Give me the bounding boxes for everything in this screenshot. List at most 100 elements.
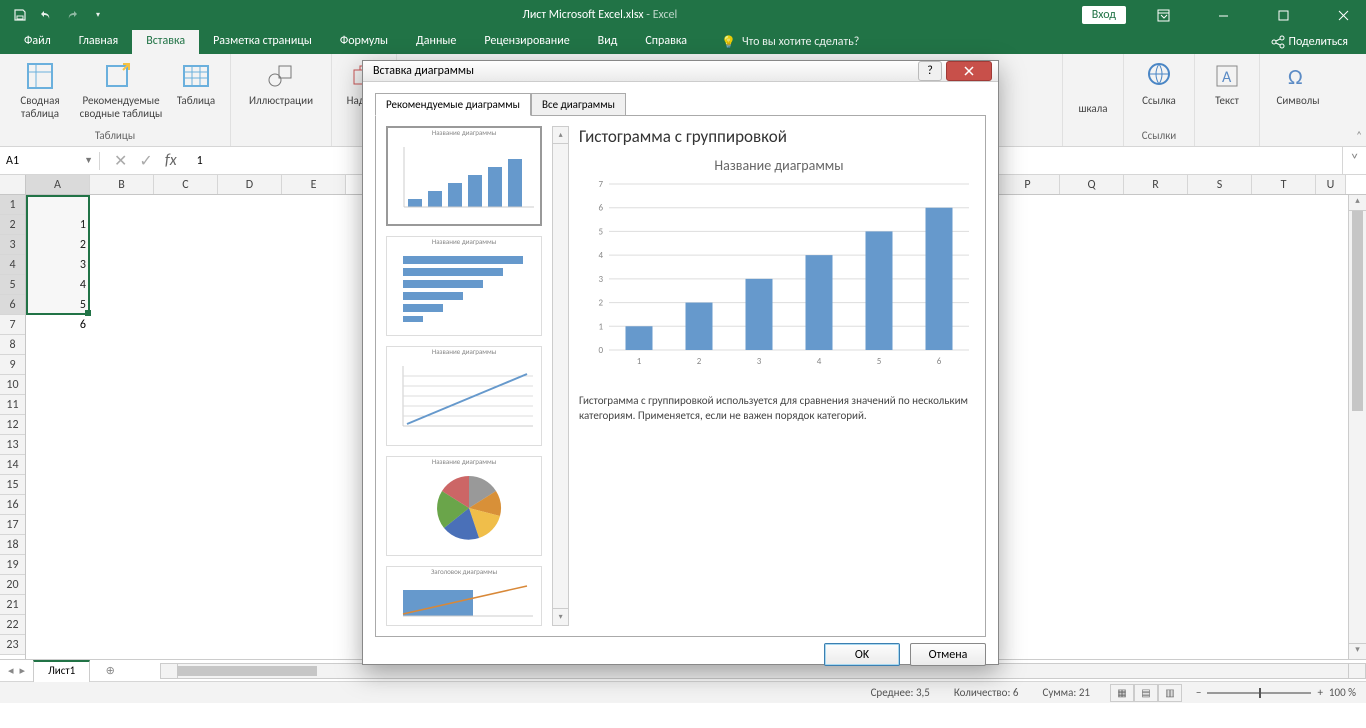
row-18[interactable]: 18 xyxy=(0,535,25,555)
tab-formulas[interactable]: Формулы xyxy=(326,30,402,54)
row-4[interactable]: 4 xyxy=(0,255,25,275)
tab-insert[interactable]: Вставка xyxy=(132,30,199,54)
redo-icon[interactable] xyxy=(60,3,84,27)
col-Q[interactable]: Q xyxy=(1060,175,1124,194)
link-button[interactable]: Ссылка xyxy=(1134,58,1184,107)
formula-expand-icon[interactable]: ˅ xyxy=(1342,147,1366,174)
chevron-down-icon[interactable]: ▼ xyxy=(84,155,93,166)
dialog-tab-all[interactable]: Все диаграммы xyxy=(531,93,626,116)
row-15[interactable]: 15 xyxy=(0,475,25,495)
add-sheet-button[interactable]: ⊕ xyxy=(100,661,120,681)
cell-A4[interactable]: 4 xyxy=(26,275,90,295)
zoom-percent[interactable]: 100 % xyxy=(1329,686,1356,699)
enter-icon[interactable]: ✓ xyxy=(139,151,152,171)
col-T[interactable]: T xyxy=(1252,175,1316,194)
maximize-button[interactable] xyxy=(1260,0,1306,30)
table-button[interactable]: Таблица xyxy=(172,58,220,120)
zoom-out-icon[interactable]: − xyxy=(1196,686,1201,699)
row-7[interactable]: 7 xyxy=(0,315,25,335)
row-21[interactable]: 21 xyxy=(0,595,25,615)
cell-A3[interactable]: 3 xyxy=(26,255,90,275)
cell-A2[interactable]: 2 xyxy=(26,235,90,255)
recommended-pivot-button[interactable]: Рекомендуемые сводные таблицы xyxy=(76,58,166,120)
col-D[interactable]: D xyxy=(218,175,282,194)
cell-A1[interactable]: 1 xyxy=(26,215,90,235)
col-B[interactable]: B xyxy=(90,175,154,194)
ribbon-mode-icon[interactable] xyxy=(1140,0,1186,30)
close-button[interactable] xyxy=(1320,0,1366,30)
tab-view[interactable]: Вид xyxy=(584,30,632,54)
cancel-button[interactable]: Отмена xyxy=(910,643,986,666)
row-6[interactable]: 6 xyxy=(0,295,25,315)
cancel-icon[interactable]: ✕ xyxy=(114,151,127,171)
ok-button[interactable]: OK xyxy=(824,643,900,666)
zoom-slider[interactable] xyxy=(1207,692,1311,694)
tab-help[interactable]: Справка xyxy=(631,30,701,54)
tab-review[interactable]: Рецензирование xyxy=(470,30,583,54)
pivot-table-button[interactable]: Сводная таблица xyxy=(10,58,70,120)
row-1[interactable]: 1 xyxy=(0,195,25,215)
symbols-button[interactable]: Ω Символы xyxy=(1270,58,1326,107)
thumbnail-line-chart[interactable]: Название диаграммы xyxy=(386,346,542,446)
view-pagelayout-icon[interactable]: ▤ xyxy=(1134,684,1158,702)
fx-icon[interactable]: fx xyxy=(165,151,177,170)
row-3[interactable]: 3 xyxy=(0,235,25,255)
undo-icon[interactable] xyxy=(34,3,58,27)
row-10[interactable]: 10 xyxy=(0,375,25,395)
row-22[interactable]: 22 xyxy=(0,615,25,635)
cell-A5[interactable]: 5 xyxy=(26,295,90,315)
cell-A6[interactable]: 6 xyxy=(26,315,90,335)
dialog-close-button[interactable] xyxy=(946,61,992,81)
share-button[interactable]: Поделиться xyxy=(1271,30,1348,54)
tell-me[interactable]: 💡 Что вы хотите сделать? xyxy=(721,30,859,54)
row-20[interactable]: 20 xyxy=(0,575,25,595)
vertical-scrollbar[interactable]: ▴ ▾ xyxy=(1348,195,1366,659)
view-normal-icon[interactable]: ▦ xyxy=(1110,684,1134,702)
tab-data[interactable]: Данные xyxy=(402,30,470,54)
collapse-ribbon-icon[interactable]: ˄ xyxy=(1336,54,1366,146)
row-23[interactable]: 23 xyxy=(0,635,25,655)
dialog-help-button[interactable]: ? xyxy=(918,61,942,81)
name-box[interactable]: A1 ▼ xyxy=(0,152,100,170)
sheet-tab[interactable]: Лист1 xyxy=(33,660,90,682)
sheet-next-icon[interactable]: ▸ xyxy=(20,664,26,677)
col-R[interactable]: R xyxy=(1124,175,1188,194)
row-11[interactable]: 11 xyxy=(0,395,25,415)
row-13[interactable]: 13 xyxy=(0,435,25,455)
row-12[interactable]: 12 xyxy=(0,415,25,435)
row-5[interactable]: 5 xyxy=(0,275,25,295)
row-16[interactable]: 16 xyxy=(0,495,25,515)
col-S[interactable]: S xyxy=(1188,175,1252,194)
thumbnail-pie-chart[interactable]: Название диаграммы xyxy=(386,456,542,556)
row-14[interactable]: 14 xyxy=(0,455,25,475)
thumbnail-column-chart[interactable]: Название диаграммы xyxy=(386,126,542,226)
select-all-corner[interactable] xyxy=(0,175,26,195)
scale-fragment[interactable]: шкала xyxy=(1073,58,1113,115)
col-U[interactable]: U xyxy=(1316,175,1346,194)
row-9[interactable]: 9 xyxy=(0,355,25,375)
col-P[interactable]: P xyxy=(996,175,1060,194)
view-pagebreak-icon[interactable]: ▥ xyxy=(1158,684,1182,702)
tab-file[interactable]: Файл xyxy=(10,30,65,54)
thumbnail-bar-chart[interactable]: Название диаграммы xyxy=(386,236,542,336)
col-A[interactable]: A xyxy=(26,175,90,194)
sheet-prev-icon[interactable]: ◂ xyxy=(8,664,14,677)
col-C[interactable]: C xyxy=(154,175,218,194)
zoom-in-icon[interactable]: + xyxy=(1317,686,1322,699)
save-icon[interactable] xyxy=(8,3,32,27)
dialog-titlebar[interactable]: Вставка диаграммы ? xyxy=(363,61,998,82)
dialog-tab-recommended[interactable]: Рекомендуемые диаграммы xyxy=(375,93,531,116)
col-E[interactable]: E xyxy=(282,175,346,194)
illustrations-button[interactable]: Иллюстрации xyxy=(241,58,321,107)
row-19[interactable]: 19 xyxy=(0,555,25,575)
text-button[interactable]: A Текст xyxy=(1205,58,1249,107)
thumbnails-scrollbar[interactable] xyxy=(552,126,569,626)
login-button[interactable]: Вход xyxy=(1082,6,1126,24)
thumbnail-combo-chart[interactable]: Заголовок диаграммы xyxy=(386,566,542,626)
row-8[interactable]: 8 xyxy=(0,335,25,355)
tab-pagelayout[interactable]: Разметка страницы xyxy=(199,30,326,54)
qat-dropdown-icon[interactable]: ▾ xyxy=(86,3,110,27)
minimize-button[interactable] xyxy=(1200,0,1246,30)
row-2[interactable]: 2 xyxy=(0,215,25,235)
tab-home[interactable]: Главная xyxy=(65,30,132,54)
